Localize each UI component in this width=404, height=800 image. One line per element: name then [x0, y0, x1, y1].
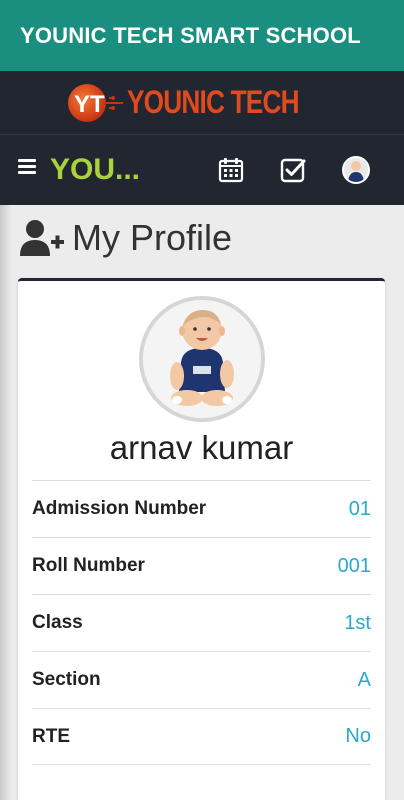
profile-photo [139, 296, 265, 422]
list-item-roll-number: Roll Number 001 [32, 537, 371, 594]
field-value: 01 [348, 497, 371, 520]
profile-card: arnav kumar Admission Number 01 Roll Num… [18, 278, 385, 800]
svg-text:YT: YT [74, 91, 105, 118]
logo-emblem-icon: YT [68, 83, 124, 122]
main-content: My Profile arnav kumar Admission Number … [0, 205, 404, 800]
student-name: arnav kumar [109, 429, 294, 466]
hamburger-menu-icon[interactable] [18, 159, 36, 175]
field-label: Admission Number [32, 498, 207, 519]
brand-bar: YT YOUNIC TECH [0, 71, 404, 134]
nav-bar: YOU... [0, 134, 404, 205]
field-label: Roll Number [32, 555, 145, 576]
field-value: 001 [337, 554, 371, 577]
user-plus-icon [20, 220, 64, 256]
page-title-text: My Profile [72, 217, 233, 258]
list-item-admission-number: Admission Number 01 [32, 480, 371, 537]
user-avatar-icon[interactable] [342, 156, 370, 184]
list-item-section: Section A [32, 651, 371, 708]
logo-text: YOUNIC TECH [127, 84, 300, 120]
nav-brand-text[interactable]: YOU... [50, 153, 140, 187]
page-title: My Profile [18, 217, 232, 259]
list-item-class: Class 1st [32, 594, 371, 651]
field-label: RTE [32, 725, 70, 747]
field-label: Section [32, 669, 101, 690]
app-title: YOUNIC TECH SMART SCHOOL [20, 22, 361, 48]
field-value: No [345, 725, 371, 747]
checkbox-icon[interactable] [280, 157, 306, 183]
calendar-icon[interactable] [218, 157, 244, 183]
field-value: A [357, 668, 371, 691]
field-label: Class [32, 612, 83, 633]
profile-info-list: Admission Number 01 Roll Number 001 Clas… [32, 480, 371, 765]
list-item-rte: RTE No [32, 708, 371, 765]
app-bar: YOUNIC TECH SMART SCHOOL [0, 0, 404, 71]
school-logo: YT YOUNIC TECH [67, 78, 336, 128]
field-value: 1st [344, 611, 371, 634]
